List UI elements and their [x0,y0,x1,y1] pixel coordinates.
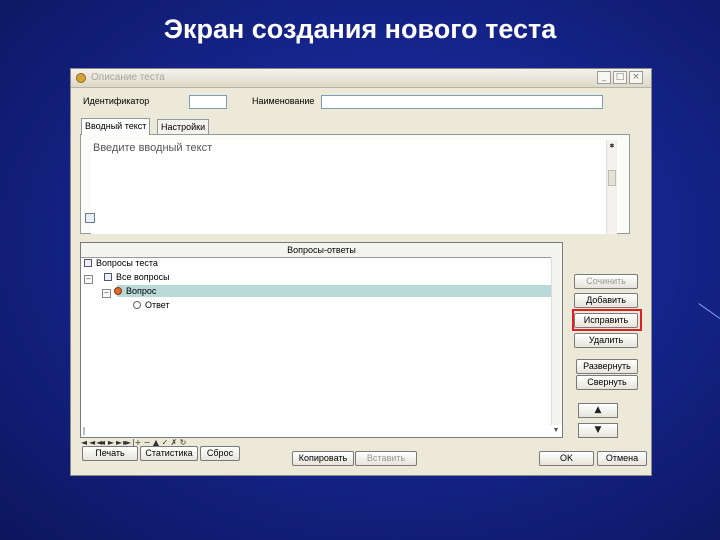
collapse-toggle-icon[interactable]: − [102,289,111,298]
reset-button[interactable]: Сброс [200,446,240,461]
move-down-button[interactable]: ▼ [578,423,618,438]
tree-item-label: Вопросы теста [96,258,158,268]
identifier-field[interactable] [189,95,227,109]
name-field[interactable] [321,95,603,109]
delete-button[interactable]: Удалить [574,333,638,348]
window-titlebar[interactable]: Описание теста _ □ × [71,69,651,88]
tree-item-answer[interactable]: Ответ [133,299,170,312]
folder-icon [104,273,112,281]
edit-button-highlight [572,309,642,331]
test-description-window: Описание теста _ □ × Идентификатор Наиме… [70,68,652,476]
intro-scrollbar[interactable]: ▲ ▼ [606,140,617,234]
tree-item-all-questions[interactable]: − Все вопросы [84,271,170,284]
search-icon[interactable] [85,213,95,223]
cancel-button[interactable]: Отмена [597,451,647,466]
scroll-thumb[interactable] [608,170,616,186]
tree-item-test-questions[interactable]: Вопросы теста [84,257,158,270]
tree-item-label: Ответ [145,300,170,310]
intro-text-placeholder: Введите вводный текст [93,142,213,154]
statistics-button[interactable]: Статистика [140,446,198,461]
scroll-down-icon[interactable]: ▼ [551,425,561,436]
expand-button[interactable]: Развернуть [576,359,638,374]
decorative-line [698,303,720,319]
minimize-button[interactable]: _ [597,71,611,84]
window-title: Описание теста [91,72,165,83]
paste-button[interactable]: Вставить [355,451,417,466]
question-icon [114,287,122,295]
ok-button[interactable]: OK [539,451,594,466]
slide-title: Экран создания нового теста [163,14,557,44]
qa-header: Вопросы-ответы [81,243,562,258]
answer-icon [133,301,141,309]
record-navigator: |◄◄◄◄ ►►►►|+− ▲ ✓✗↻ [80,425,188,447]
add-button[interactable]: Добавить [574,293,638,308]
collapse-button[interactable]: Свернуть [576,375,638,390]
tab-settings[interactable]: Настройки [157,119,210,134]
tree-item-label: Все вопросы [116,272,170,282]
print-button[interactable]: Печать [82,446,138,461]
scroll-down-icon[interactable]: ▼ [608,142,616,151]
collapse-toggle-icon[interactable]: − [84,275,93,284]
app-icon [76,73,86,83]
intro-text-area[interactable]: Введите вводный текст ▲ ▼ [91,140,617,234]
move-up-button[interactable]: ▲ [578,403,618,418]
name-label: Наименование [252,96,315,106]
copy-button[interactable]: Копировать [292,451,354,466]
tree-item-label: Вопрос [126,286,157,296]
folder-icon [84,259,92,267]
close-button[interactable]: × [629,71,643,84]
selected-row-highlight [117,285,558,297]
compose-button[interactable]: Сочинить [574,274,638,289]
questions-answers-panel: Вопросы-ответы Вопросы теста − Все вопрос… [80,242,563,438]
tree-item-question[interactable]: − Вопрос [102,285,156,298]
tab-intro-text[interactable]: Вводный текст [81,118,151,135]
identifier-label: Идентификатор [83,96,150,106]
qa-scrollbar[interactable] [551,257,562,425]
maximize-button[interactable]: □ [613,71,627,84]
